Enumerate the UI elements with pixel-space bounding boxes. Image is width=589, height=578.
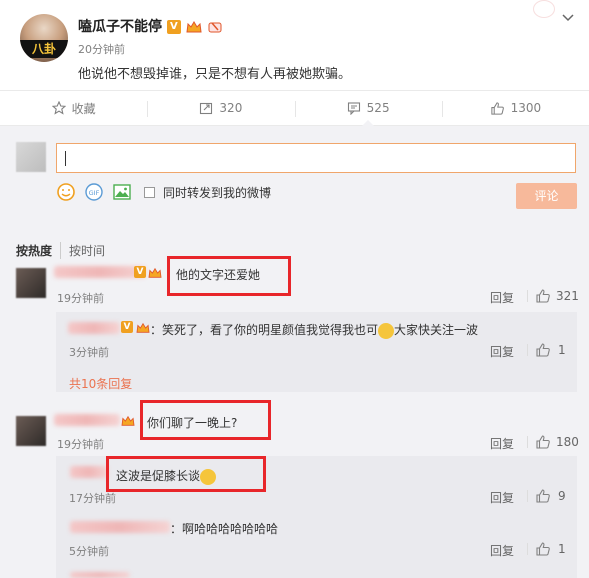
gif-icon[interactable]: GIF (84, 182, 104, 202)
smiley-icon[interactable] (56, 182, 76, 202)
divider (527, 490, 528, 502)
reply-time: 3分钟前 (69, 346, 109, 359)
reply-time: 17分钟前 (69, 492, 116, 505)
reply-button[interactable]: 回复 (490, 489, 514, 506)
comment-section: GIF 同时转发到我的微博 评论 按热度 按时间 V 他的文字还爱她 19分钟前… (0, 126, 589, 578)
reply-button[interactable]: 回复 (490, 289, 514, 306)
comment-button[interactable]: 525 (294, 91, 442, 126)
verified-v-icon: V (121, 321, 133, 333)
favorite-button[interactable]: 收藏 (0, 91, 147, 125)
reply-button[interactable]: 回复 (490, 435, 514, 452)
author-name[interactable]: 嗑瓜子不能停 (78, 19, 162, 35)
replier-name-redacted[interactable] (70, 521, 170, 533)
post-action-bar: 收藏 320 525 1300 (0, 90, 589, 126)
reply-text-part: 大家快关注一波 (394, 323, 479, 337)
crown-icon (186, 21, 202, 33)
fan-badge-icon (208, 22, 222, 33)
post-text: 他说他不想毁掉谁，只是不想有人再被她欺骗。 (78, 67, 352, 82)
commenter-avatar[interactable] (16, 416, 46, 446)
repost-button[interactable]: 320 (147, 91, 294, 125)
replier-name-redacted[interactable] (70, 466, 108, 478)
reply-like-count: 9 (558, 489, 566, 503)
svg-text:GIF: GIF (89, 189, 100, 197)
repost-count: 320 (219, 101, 243, 115)
submit-comment-button[interactable]: 评论 (516, 183, 577, 209)
more-replies-link[interactable]: 共10条回复 (69, 375, 132, 392)
thumb-up-icon[interactable] (535, 288, 551, 304)
thumb-up-icon[interactable] (535, 488, 551, 504)
highlight-box (167, 256, 291, 296)
divider (527, 543, 528, 555)
reply-like-count: 1 (558, 343, 566, 357)
crown-icon (121, 415, 135, 426)
like-count: 1300 (510, 101, 542, 115)
author-name-row: 嗑瓜子不能停 V (78, 16, 223, 36)
like-button[interactable]: 1300 (441, 91, 589, 125)
replier-name-redacted[interactable] (70, 572, 130, 578)
weibo-post: 八卦 嗑瓜子不能停 V 20分钟前 他说他不想毁掉谁，只是不想有人再被她欺骗。 (0, 0, 589, 90)
comment-like-count: 321 (556, 289, 579, 303)
thumb-up-icon[interactable] (535, 434, 551, 450)
highlight-box (140, 400, 271, 440)
repost-checkbox[interactable] (144, 186, 155, 198)
highlight-box (106, 456, 266, 492)
divider (527, 344, 528, 356)
commenter-name-redacted[interactable] (54, 414, 120, 426)
star-icon (51, 101, 66, 115)
comment-input[interactable] (56, 143, 576, 173)
favorite-label: 收藏 (71, 101, 96, 116)
watermark-stamp-icon (533, 0, 555, 18)
divider (527, 436, 528, 448)
comment-icon (347, 102, 360, 115)
current-user-avatar (16, 142, 46, 172)
comment-count: 525 (366, 101, 390, 115)
replier-name-redacted[interactable] (68, 322, 120, 334)
composer-toolbar: GIF 同时转发到我的微博 (56, 182, 271, 202)
crown-icon (136, 322, 150, 333)
verified-v-icon: V (134, 266, 146, 278)
chevron-down-icon[interactable] (561, 10, 575, 24)
reply-time: 5分钟前 (69, 545, 109, 558)
reply-like-count: 1 (558, 542, 566, 556)
reply-text: ：笑死了，看了你的明星颜值我觉得我也可 大家快关注一波 (150, 321, 478, 339)
post-time[interactable]: 20分钟前 (78, 41, 125, 57)
avatar-badge-text: 八卦 (20, 40, 68, 58)
commenter-avatar[interactable] (16, 268, 46, 298)
reply-text: ：啊哈哈哈哈哈哈哈 (170, 522, 279, 536)
comment-like-count: 180 (556, 435, 579, 449)
reply-button[interactable]: 回复 (490, 542, 514, 559)
thumb-up-icon[interactable] (535, 541, 551, 557)
repost-icon (200, 102, 213, 115)
commenter-name-redacted[interactable] (54, 266, 146, 278)
image-icon[interactable] (112, 182, 132, 202)
reply-button[interactable]: 回复 (490, 343, 514, 360)
laughing-emoji-icon (378, 322, 395, 339)
comment-time: 19分钟前 (57, 292, 104, 305)
repost-checkbox-label: 同时转发到我的微博 (163, 185, 272, 200)
thumb-up-icon (490, 101, 504, 115)
thumb-up-icon[interactable] (535, 342, 551, 358)
sort-by-hot[interactable]: 按热度 (16, 242, 62, 259)
verified-v-icon: V (166, 20, 181, 34)
comment-sort: 按热度 按时间 (16, 242, 105, 259)
comment-time: 19分钟前 (57, 438, 104, 451)
sort-by-time[interactable]: 按时间 (61, 242, 105, 259)
reply-text-part: ：笑死了，看了你的明星颜值我觉得我也可 (150, 323, 379, 337)
crown-icon (148, 267, 162, 278)
divider (527, 290, 528, 302)
author-avatar[interactable]: 八卦 (20, 14, 68, 62)
text-cursor (65, 151, 66, 166)
